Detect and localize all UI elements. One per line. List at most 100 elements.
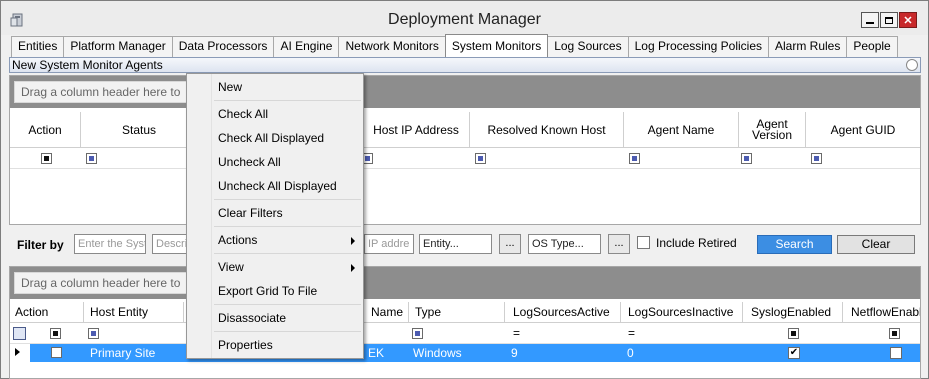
app-icon	[10, 13, 23, 27]
filter-editor-icon[interactable]	[13, 327, 26, 340]
close-button[interactable]: ✕	[899, 12, 917, 28]
col-resolved-host[interactable]: Resolved Known Host	[470, 112, 624, 148]
guid-filter-check[interactable]	[811, 153, 822, 164]
menu-item-view[interactable]: View	[218, 260, 244, 275]
ip-address-input[interactable]: IP addre	[364, 234, 414, 254]
cell-syslog-checkbox[interactable]: ✔	[788, 347, 800, 359]
resolved-filter-check[interactable]	[475, 153, 486, 164]
maximize-button[interactable]	[880, 12, 898, 28]
cell-logsources-inactive: 0	[627, 346, 634, 360]
tab-ai-engine[interactable]: AI Engine	[273, 36, 340, 57]
menu-item-uncheck-all[interactable]: Uncheck All	[218, 155, 281, 170]
action-filter-check[interactable]	[41, 153, 52, 164]
menu-separator	[214, 331, 361, 332]
app-window: Deployment Manager ✕ Entities Platform M…	[0, 0, 929, 379]
entity-input[interactable]: Entity...	[419, 234, 492, 254]
submenu-arrow-icon	[351, 264, 355, 272]
menu-item-export-grid[interactable]: Export Grid To File	[218, 284, 317, 299]
col2-type[interactable]: Type	[409, 302, 505, 323]
table-row[interactable]: Primary Site EK Windows 9 0 ✔	[30, 344, 920, 362]
search-button[interactable]: Search	[757, 235, 832, 254]
filter-row	[10, 149, 920, 169]
close-icon: ✕	[903, 14, 913, 27]
col2-logsources-inactive[interactable]: LogSourcesInactive	[621, 302, 743, 323]
menu-separator	[214, 100, 361, 101]
tab-platform-manager[interactable]: Platform Manager	[63, 36, 173, 57]
system-monitors-grid: Drag a column header here to Action Host…	[9, 266, 921, 379]
agentname-filter-check[interactable]	[629, 153, 640, 164]
tab-system-monitors[interactable]: System Monitors	[444, 34, 549, 57]
menu-separator	[214, 226, 361, 227]
groupby-bar-2: Drag a column header here to	[10, 267, 920, 299]
col-status[interactable]: Status	[81, 112, 198, 148]
syslog-filter-check[interactable]	[788, 328, 799, 339]
clear-button[interactable]: Clear	[837, 235, 915, 254]
col2-logsources-active[interactable]: LogSourcesActive	[505, 302, 621, 323]
cell-host-entity: Primary Site	[90, 346, 156, 360]
cell-logsources-active: 9	[511, 346, 518, 360]
col2-host-entity[interactable]: Host Entity	[84, 302, 184, 323]
menu-item-new[interactable]: New	[218, 80, 242, 95]
col-action[interactable]: Action	[10, 112, 81, 148]
col-agent-version[interactable]: Agent Version	[739, 112, 806, 148]
menu-item-properties[interactable]: Properties	[218, 338, 273, 353]
menu-item-clear-filters[interactable]: Clear Filters	[218, 206, 283, 221]
window-title: Deployment Manager	[388, 11, 541, 28]
menu-item-uncheck-all-displayed[interactable]: Uncheck All Displayed	[218, 179, 337, 194]
inactive-filter-eq[interactable]: =	[628, 326, 635, 340]
os-type-input[interactable]: OS Type...	[528, 234, 601, 254]
grid-header: Action Status Host IP Address Resolved K…	[10, 112, 920, 148]
menu-item-check-all-displayed[interactable]: Check All Displayed	[218, 131, 324, 146]
tab-log-processing-policies[interactable]: Log Processing Policies	[627, 36, 769, 57]
cell-netflow-checkbox[interactable]	[890, 347, 902, 359]
include-retired-checkbox[interactable]	[637, 236, 650, 249]
status-filter-check[interactable]	[86, 153, 97, 164]
action2-filter-check[interactable]	[50, 328, 61, 339]
col2-netflow-enabled[interactable]: NetflowEnable	[843, 302, 920, 323]
col-agent-guid[interactable]: Agent GUID	[806, 112, 920, 148]
version-filter-check[interactable]	[741, 153, 752, 164]
host-entity-filter-check[interactable]	[88, 328, 99, 339]
col2-syslog-enabled[interactable]: SyslogEnabled	[743, 302, 843, 323]
tab-network-monitors[interactable]: Network Monitors	[338, 36, 446, 57]
groupby-hint[interactable]: Drag a column header here to	[14, 81, 194, 103]
entity-browse-button[interactable]: ...	[499, 234, 521, 254]
active-filter-eq[interactable]: =	[513, 326, 520, 340]
grid2-header: Action Host Entity Name Type LogSourcesA…	[10, 302, 920, 323]
tab-alarm-rules[interactable]: Alarm Rules	[768, 36, 848, 57]
pin-icon[interactable]	[906, 59, 918, 71]
system-name-input[interactable]: Enter the Syst	[74, 234, 146, 254]
title-bar: Deployment Manager ✕	[1, 1, 928, 35]
tab-data-processors[interactable]: Data Processors	[171, 36, 275, 57]
menu-item-check-all[interactable]: Check All	[218, 107, 268, 122]
maximize-icon	[885, 16, 893, 24]
type-filter-check[interactable]	[412, 328, 423, 339]
netflow-filter-check[interactable]	[889, 328, 900, 339]
groupby-bar: Drag a column header here to	[10, 76, 920, 108]
panel-title: New System Monitor Agents	[12, 58, 163, 72]
panel-header: New System Monitor Agents	[9, 57, 921, 73]
cell-name: EK	[368, 346, 385, 360]
menu-item-disassociate[interactable]: Disassociate	[218, 311, 286, 326]
col2-action[interactable]: Action	[10, 302, 84, 323]
new-agents-grid: Drag a column header here to Action Stat…	[9, 75, 921, 225]
menu-item-actions[interactable]: Actions	[218, 233, 257, 248]
menu-gutter	[187, 74, 212, 358]
minimize-button[interactable]	[861, 12, 879, 28]
minimize-icon	[866, 21, 874, 24]
col-host-ip[interactable]: Host IP Address	[363, 112, 470, 148]
submenu-arrow-icon	[351, 237, 355, 245]
groupby-hint-2[interactable]: Drag a column header here to	[14, 272, 190, 294]
row-action-checkbox[interactable]	[51, 347, 62, 358]
tab-log-sources[interactable]: Log Sources	[547, 36, 629, 57]
menu-separator	[214, 199, 361, 200]
os-type-browse-button[interactable]: ...	[608, 234, 630, 254]
menu-separator	[214, 253, 361, 254]
cell-type: Windows	[413, 346, 462, 360]
row-indicator-icon	[15, 348, 20, 356]
tab-entities[interactable]: Entities	[11, 36, 65, 57]
filter-label: Filter by	[17, 238, 64, 252]
main-tabs: Entities Platform Manager Data Processor…	[11, 34, 898, 57]
tab-people[interactable]: People	[846, 36, 898, 57]
col-agent-name[interactable]: Agent Name	[624, 112, 739, 148]
